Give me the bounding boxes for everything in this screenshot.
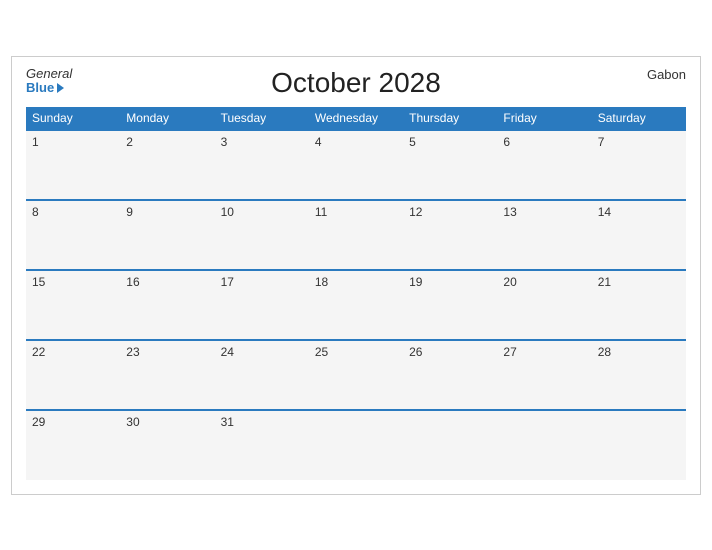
- day-number: 25: [315, 345, 328, 359]
- week-row-1: 8 9 10 11 12 13 14: [26, 200, 686, 270]
- calendar-header: General Blue October 2028 Gabon: [26, 67, 686, 99]
- logo: General Blue: [26, 67, 72, 96]
- day-cell: 12: [403, 200, 497, 270]
- logo-general-text: General: [26, 67, 72, 81]
- day-number: 21: [598, 275, 611, 289]
- day-number: 19: [409, 275, 422, 289]
- day-number: 27: [503, 345, 516, 359]
- day-number: 4: [315, 135, 322, 149]
- day-number: 11: [315, 205, 327, 219]
- day-cell: 1: [26, 130, 120, 200]
- day-cell: 28: [592, 340, 686, 410]
- day-cell: 8: [26, 200, 120, 270]
- calendar: General Blue October 2028 Gabon Sunday M…: [11, 56, 701, 495]
- header-tuesday: Tuesday: [215, 107, 309, 130]
- day-cell: [403, 410, 497, 480]
- logo-triangle-icon: [57, 83, 64, 93]
- day-number: 29: [32, 415, 45, 429]
- day-number: 5: [409, 135, 416, 149]
- day-number: 14: [598, 205, 611, 219]
- header-sunday: Sunday: [26, 107, 120, 130]
- header-friday: Friday: [497, 107, 591, 130]
- calendar-table: Sunday Monday Tuesday Wednesday Thursday…: [26, 107, 686, 480]
- day-cell: 19: [403, 270, 497, 340]
- day-cell: 3: [215, 130, 309, 200]
- day-cell: 16: [120, 270, 214, 340]
- day-number: 8: [32, 205, 39, 219]
- day-cell: 26: [403, 340, 497, 410]
- day-cell: 30: [120, 410, 214, 480]
- day-cell: [497, 410, 591, 480]
- week-row-4: 29 30 31: [26, 410, 686, 480]
- day-number: 1: [32, 135, 39, 149]
- logo-blue-text: Blue: [26, 81, 72, 95]
- day-number: 16: [126, 275, 139, 289]
- day-number: 26: [409, 345, 422, 359]
- day-number: 28: [598, 345, 611, 359]
- day-cell: 21: [592, 270, 686, 340]
- day-number: 12: [409, 205, 422, 219]
- calendar-thead: Sunday Monday Tuesday Wednesday Thursday…: [26, 107, 686, 130]
- week-row-3: 22 23 24 25 26 27 28: [26, 340, 686, 410]
- day-cell: 24: [215, 340, 309, 410]
- day-number: 31: [221, 415, 234, 429]
- day-cell: 15: [26, 270, 120, 340]
- day-number: 6: [503, 135, 510, 149]
- day-cell: 4: [309, 130, 403, 200]
- day-cell: 5: [403, 130, 497, 200]
- day-number: 10: [221, 205, 234, 219]
- header-wednesday: Wednesday: [309, 107, 403, 130]
- day-cell: 29: [26, 410, 120, 480]
- day-number: 18: [315, 275, 328, 289]
- day-cell: 31: [215, 410, 309, 480]
- day-number: 15: [32, 275, 45, 289]
- header-saturday: Saturday: [592, 107, 686, 130]
- day-cell: 18: [309, 270, 403, 340]
- day-cell: 27: [497, 340, 591, 410]
- day-cell: 20: [497, 270, 591, 340]
- day-cell: [309, 410, 403, 480]
- day-cell: 11: [309, 200, 403, 270]
- day-number: 24: [221, 345, 234, 359]
- day-number: 3: [221, 135, 228, 149]
- day-cell: 2: [120, 130, 214, 200]
- day-number: 22: [32, 345, 45, 359]
- day-number: 23: [126, 345, 139, 359]
- day-number: 20: [503, 275, 516, 289]
- day-cell: 17: [215, 270, 309, 340]
- country-label: Gabon: [647, 67, 686, 82]
- day-cell: 14: [592, 200, 686, 270]
- day-cell: 7: [592, 130, 686, 200]
- day-cell: 25: [309, 340, 403, 410]
- day-number: 2: [126, 135, 133, 149]
- weekday-header-row: Sunday Monday Tuesday Wednesday Thursday…: [26, 107, 686, 130]
- day-number: 7: [598, 135, 605, 149]
- calendar-title: October 2028: [271, 67, 441, 99]
- day-cell: [592, 410, 686, 480]
- header-monday: Monday: [120, 107, 214, 130]
- day-number: 9: [126, 205, 133, 219]
- day-cell: 23: [120, 340, 214, 410]
- day-number: 13: [503, 205, 516, 219]
- day-number: 17: [221, 275, 234, 289]
- week-row-2: 15 16 17 18 19 20 21: [26, 270, 686, 340]
- day-cell: 13: [497, 200, 591, 270]
- day-number: 30: [126, 415, 139, 429]
- day-cell: 10: [215, 200, 309, 270]
- week-row-0: 1 2 3 4 5 6 7: [26, 130, 686, 200]
- day-cell: 6: [497, 130, 591, 200]
- day-cell: 9: [120, 200, 214, 270]
- day-cell: 22: [26, 340, 120, 410]
- header-thursday: Thursday: [403, 107, 497, 130]
- calendar-body: 1234567891011121314151617181920212223242…: [26, 130, 686, 480]
